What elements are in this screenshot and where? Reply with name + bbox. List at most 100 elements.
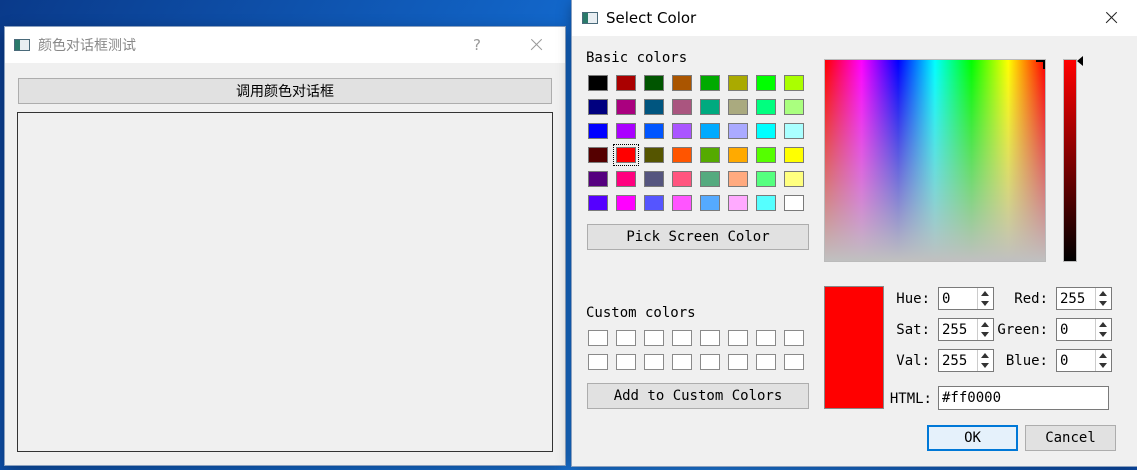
basic-color-swatch[interactable] (644, 171, 664, 187)
spin-down-icon[interactable] (1099, 332, 1107, 337)
add-to-custom-colors-button[interactable]: Add to Custom Colors (587, 383, 809, 409)
basic-color-swatch[interactable] (784, 195, 804, 211)
basic-color-swatch[interactable] (588, 147, 608, 163)
basic-color-swatch[interactable] (644, 147, 664, 163)
basic-color-swatch[interactable] (616, 171, 636, 187)
green-spin-arrows[interactable] (1095, 319, 1111, 340)
basic-color-swatch[interactable] (588, 195, 608, 211)
basic-color-swatch[interactable] (728, 171, 748, 187)
spin-down-icon[interactable] (981, 363, 989, 368)
basic-color-swatch[interactable] (700, 171, 720, 187)
custom-color-slot[interactable] (784, 330, 804, 346)
val-spinbox[interactable]: 255 (938, 349, 994, 372)
basic-color-swatch[interactable] (588, 75, 608, 91)
spin-up-icon[interactable] (981, 322, 989, 327)
blue-spin-arrows[interactable] (1095, 350, 1111, 371)
html-hex-input[interactable]: #ff0000 (938, 386, 1109, 410)
spin-up-icon[interactable] (1099, 291, 1107, 296)
basic-color-swatch[interactable] (616, 123, 636, 139)
value-slider[interactable] (1063, 59, 1077, 262)
val-spin-arrows[interactable] (977, 350, 993, 371)
red-spin-arrows[interactable] (1095, 288, 1111, 309)
hue-spinbox[interactable]: 0 (938, 287, 994, 310)
basic-color-swatch[interactable] (728, 99, 748, 115)
custom-color-slot[interactable] (588, 330, 608, 346)
basic-color-swatch[interactable] (616, 99, 636, 115)
basic-color-swatch[interactable] (588, 99, 608, 115)
basic-color-swatch[interactable] (700, 195, 720, 211)
spin-up-icon[interactable] (1099, 322, 1107, 327)
custom-color-slot[interactable] (588, 354, 608, 370)
custom-color-slot[interactable] (672, 354, 692, 370)
basic-color-swatch[interactable] (728, 147, 748, 163)
custom-color-slot[interactable] (644, 330, 664, 346)
spin-down-icon[interactable] (1099, 301, 1107, 306)
custom-color-slot[interactable] (700, 354, 720, 370)
basic-color-swatch[interactable] (644, 195, 664, 211)
basic-color-swatch[interactable] (616, 75, 636, 91)
red-spinbox[interactable]: 255 (1056, 287, 1112, 310)
basic-color-swatch[interactable] (784, 147, 804, 163)
sat-spin-arrows[interactable] (977, 319, 993, 340)
basic-color-swatch[interactable] (784, 99, 804, 115)
dialog-title-bar[interactable]: Select Color (572, 0, 1137, 36)
custom-color-slot[interactable] (616, 354, 636, 370)
open-color-dialog-button[interactable]: 调用颜色对话框 (18, 78, 552, 104)
basic-color-swatch[interactable] (756, 123, 776, 139)
main-close-icon[interactable] (519, 33, 553, 57)
basic-color-swatch[interactable] (756, 75, 776, 91)
dialog-close-icon[interactable] (1094, 6, 1128, 30)
spin-down-icon[interactable] (981, 301, 989, 306)
custom-color-slot[interactable] (672, 330, 692, 346)
basic-color-swatch[interactable] (672, 171, 692, 187)
basic-color-swatch[interactable] (613, 144, 639, 166)
basic-color-swatch[interactable] (588, 171, 608, 187)
custom-color-slot[interactable] (728, 330, 748, 346)
basic-color-swatch[interactable] (728, 195, 748, 211)
green-spinbox[interactable]: 0 (1056, 318, 1112, 341)
pick-screen-color-button[interactable]: Pick Screen Color (587, 224, 809, 250)
custom-color-slot[interactable] (784, 354, 804, 370)
basic-color-swatch[interactable] (644, 99, 664, 115)
basic-color-swatch[interactable] (672, 123, 692, 139)
blue-spinbox[interactable]: 0 (1056, 349, 1112, 372)
basic-color-swatch[interactable] (644, 123, 664, 139)
basic-color-swatch[interactable] (728, 75, 748, 91)
hue-saturation-picker[interactable] (824, 59, 1046, 262)
basic-color-swatch[interactable] (728, 123, 748, 139)
custom-color-slot[interactable] (756, 354, 776, 370)
basic-color-swatch[interactable] (756, 171, 776, 187)
cancel-button[interactable]: Cancel (1025, 425, 1116, 451)
basic-color-swatch[interactable] (756, 147, 776, 163)
custom-color-slot[interactable] (728, 354, 748, 370)
basic-color-swatch[interactable] (756, 99, 776, 115)
custom-color-slot[interactable] (756, 330, 776, 346)
help-button[interactable]: ? (473, 36, 481, 54)
basic-color-swatch[interactable] (784, 171, 804, 187)
spin-down-icon[interactable] (1099, 363, 1107, 368)
sat-spinbox[interactable]: 255 (938, 318, 994, 341)
spin-up-icon[interactable] (1099, 353, 1107, 358)
hue-spin-arrows[interactable] (977, 288, 993, 309)
basic-color-swatch[interactable] (700, 147, 720, 163)
basic-color-swatch[interactable] (700, 99, 720, 115)
basic-color-swatch[interactable] (756, 195, 776, 211)
ok-button[interactable]: OK (927, 425, 1018, 451)
basic-color-swatch[interactable] (700, 75, 720, 91)
main-title-bar[interactable]: 颜色对话框测试 ? (5, 27, 565, 63)
basic-color-swatch[interactable] (672, 195, 692, 211)
custom-color-slot[interactable] (700, 330, 720, 346)
basic-color-swatch[interactable] (588, 123, 608, 139)
basic-color-swatch[interactable] (644, 75, 664, 91)
basic-color-swatch[interactable] (672, 147, 692, 163)
basic-color-swatch[interactable] (784, 75, 804, 91)
basic-color-swatch[interactable] (784, 123, 804, 139)
basic-color-swatch[interactable] (672, 99, 692, 115)
spin-up-icon[interactable] (981, 353, 989, 358)
spin-down-icon[interactable] (981, 332, 989, 337)
spin-up-icon[interactable] (981, 291, 989, 296)
custom-color-slot[interactable] (644, 354, 664, 370)
basic-color-swatch[interactable] (700, 123, 720, 139)
basic-color-swatch[interactable] (616, 195, 636, 211)
basic-color-swatch[interactable] (672, 75, 692, 91)
